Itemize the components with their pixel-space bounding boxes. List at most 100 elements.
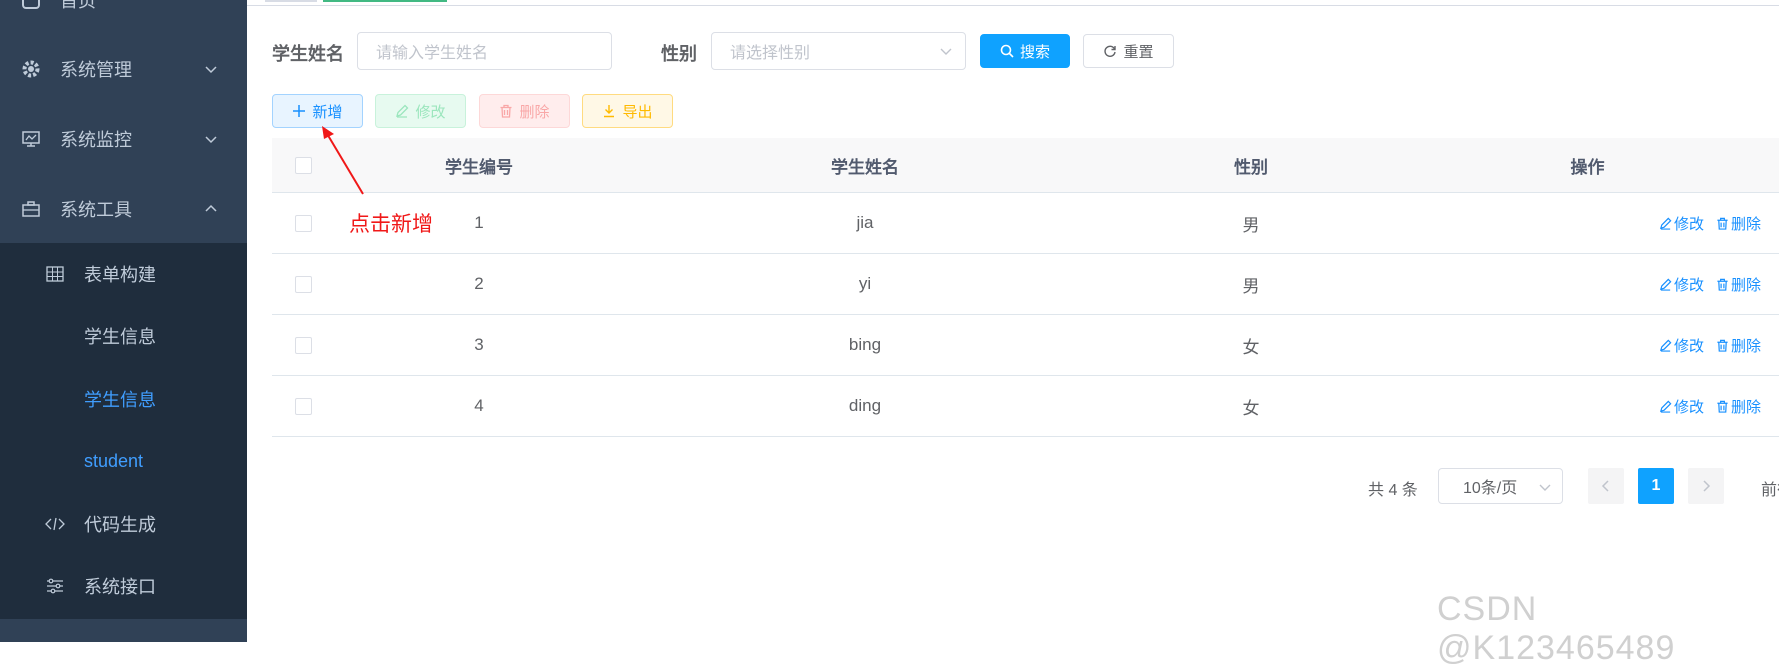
- add-button[interactable]: 新增: [272, 94, 363, 128]
- sidebar: 首页 系统管理 系统监控 系统工具 表单构建 学生信息 学生信息 student…: [0, 0, 247, 642]
- cell-name: jia: [856, 213, 874, 232]
- gender-label: 性别: [661, 44, 697, 64]
- row-edit-label: 修改: [1673, 215, 1704, 233]
- chevron-down-icon: [940, 48, 952, 55]
- row-delete-link[interactable]: 删除: [1716, 213, 1761, 234]
- page-size-label: 10条/页: [1463, 480, 1518, 497]
- delete-button[interactable]: 删除: [479, 94, 570, 128]
- cell-gender: 女: [1242, 337, 1260, 357]
- page-number-current[interactable]: 1: [1638, 468, 1674, 504]
- trash-icon: [500, 104, 512, 118]
- row-checkbox[interactable]: [294, 397, 312, 415]
- sidebar-item-label: 系统接口: [84, 577, 156, 597]
- row-actions: 修改 删除: [1659, 193, 1761, 253]
- delete-button-label: 删除: [519, 103, 550, 121]
- export-button[interactable]: 导出: [582, 94, 673, 128]
- monitor-icon: [20, 128, 42, 150]
- sidebar-item-label: 学生信息: [84, 327, 156, 347]
- row-delete-link[interactable]: 删除: [1716, 396, 1761, 417]
- sidebar-item-student[interactable]: student: [0, 430, 247, 492]
- edit-icon: [1659, 217, 1672, 230]
- edit-button-label: 修改: [415, 103, 446, 121]
- row-edit-label: 修改: [1673, 398, 1704, 416]
- row-delete-link[interactable]: 删除: [1716, 335, 1761, 356]
- chevron-up-icon: [205, 204, 217, 212]
- row-checkbox[interactable]: [294, 214, 312, 232]
- table-header: 学生编号 学生姓名 性别 操作: [272, 138, 1779, 193]
- chevron-right-icon: [1703, 480, 1711, 492]
- sidebar-item-label: 首页: [60, 0, 96, 11]
- table-icon: [44, 263, 66, 285]
- table-row: 3 bing 女 修改 删除: [272, 315, 1779, 376]
- trash-icon: [1717, 339, 1728, 352]
- row-checkbox[interactable]: [294, 336, 312, 354]
- next-page-button[interactable]: [1688, 468, 1724, 504]
- tag-item[interactable]: [265, 0, 317, 2]
- row-delete-label: 删除: [1730, 398, 1761, 416]
- sidebar-item-home[interactable]: 首页: [0, 0, 247, 35]
- pagination-jump-label: 前往: [1761, 482, 1779, 499]
- row-edit-link[interactable]: 修改: [1659, 335, 1704, 356]
- sidebar-item-system-management[interactable]: 系统管理: [0, 34, 247, 104]
- table-row: 4 ding 女 修改 删除: [272, 376, 1779, 437]
- row-delete-label: 删除: [1730, 215, 1761, 233]
- edit-icon: [1659, 339, 1672, 352]
- sidebar-item-label: 代码生成: [84, 515, 156, 535]
- gender-select-placeholder: 请选择性别: [730, 45, 811, 62]
- toolbox-icon: [20, 198, 42, 220]
- sidebar-item-system-tools[interactable]: 系统工具: [0, 174, 247, 244]
- prev-page-button[interactable]: [1588, 468, 1624, 504]
- select-all-checkbox[interactable]: [294, 156, 312, 174]
- edit-icon: [1659, 278, 1672, 291]
- row-edit-label: 修改: [1673, 276, 1704, 294]
- cell-name: bing: [848, 335, 882, 354]
- sidebar-item-code-gen[interactable]: 代码生成: [0, 493, 247, 555]
- search-button[interactable]: 搜索: [980, 34, 1070, 68]
- cell-id: 2: [474, 274, 484, 293]
- chevron-down-icon: [205, 66, 217, 74]
- sidebar-item-label: 系统工具: [60, 200, 132, 220]
- cell-name: yi: [858, 274, 872, 293]
- add-button-label: 新增: [312, 103, 343, 121]
- plus-icon: [293, 105, 306, 117]
- page-size-select[interactable]: 10条/页: [1438, 468, 1563, 504]
- trash-icon: [1717, 278, 1728, 291]
- refresh-icon: [1104, 45, 1117, 57]
- row-checkbox[interactable]: [294, 275, 312, 293]
- sidebar-item-student-info[interactable]: 学生信息: [0, 305, 247, 367]
- sidebar-item-student-info-active[interactable]: 学生信息: [0, 368, 247, 430]
- cell-gender: 男: [1242, 276, 1260, 296]
- cell-gender: 男: [1242, 215, 1260, 235]
- name-input-placeholder: 请输入学生姓名: [376, 45, 489, 62]
- row-actions: 修改 删除: [1659, 376, 1761, 436]
- row-delete-link[interactable]: 删除: [1716, 274, 1761, 295]
- sidebar-item-form-builder[interactable]: 表单构建: [0, 243, 247, 305]
- tag-item-active[interactable]: [323, 0, 447, 2]
- sidebar-submenu: 表单构建 学生信息 学生信息 student 代码生成 系统接口: [0, 243, 247, 619]
- search-icon: [1000, 44, 1014, 58]
- sidebar-item-system-monitor[interactable]: 系统监控: [0, 104, 247, 174]
- edit-button[interactable]: 修改: [375, 94, 466, 128]
- name-input[interactable]: 请输入学生姓名: [357, 32, 612, 70]
- row-delete-label: 删除: [1730, 276, 1761, 294]
- edit-icon: [396, 104, 409, 118]
- column-header: 学生姓名: [831, 157, 899, 177]
- row-edit-link[interactable]: 修改: [1659, 396, 1704, 417]
- row-edit-label: 修改: [1673, 337, 1704, 355]
- reset-button[interactable]: 重置: [1083, 34, 1174, 68]
- column-header: 学生编号: [445, 157, 513, 177]
- edit-icon: [1659, 400, 1672, 413]
- row-edit-link[interactable]: 修改: [1659, 274, 1704, 295]
- name-label: 学生姓名: [272, 44, 344, 64]
- sidebar-item-label: 学生信息: [84, 390, 156, 410]
- sidebar-item-label: student: [84, 450, 144, 471]
- search-button-label: 搜索: [1019, 43, 1050, 61]
- row-edit-link[interactable]: 修改: [1659, 213, 1704, 234]
- gender-select[interactable]: 请选择性别: [711, 32, 966, 70]
- export-button-label: 导出: [622, 103, 653, 121]
- chevron-left-icon: [1601, 480, 1609, 492]
- sidebar-item-system-api[interactable]: 系统接口: [0, 555, 247, 617]
- sidebar-item-label: 系统监控: [60, 130, 132, 150]
- cell-name: ding: [848, 396, 882, 415]
- table-row: 2 yi 男 修改 删除: [272, 254, 1779, 315]
